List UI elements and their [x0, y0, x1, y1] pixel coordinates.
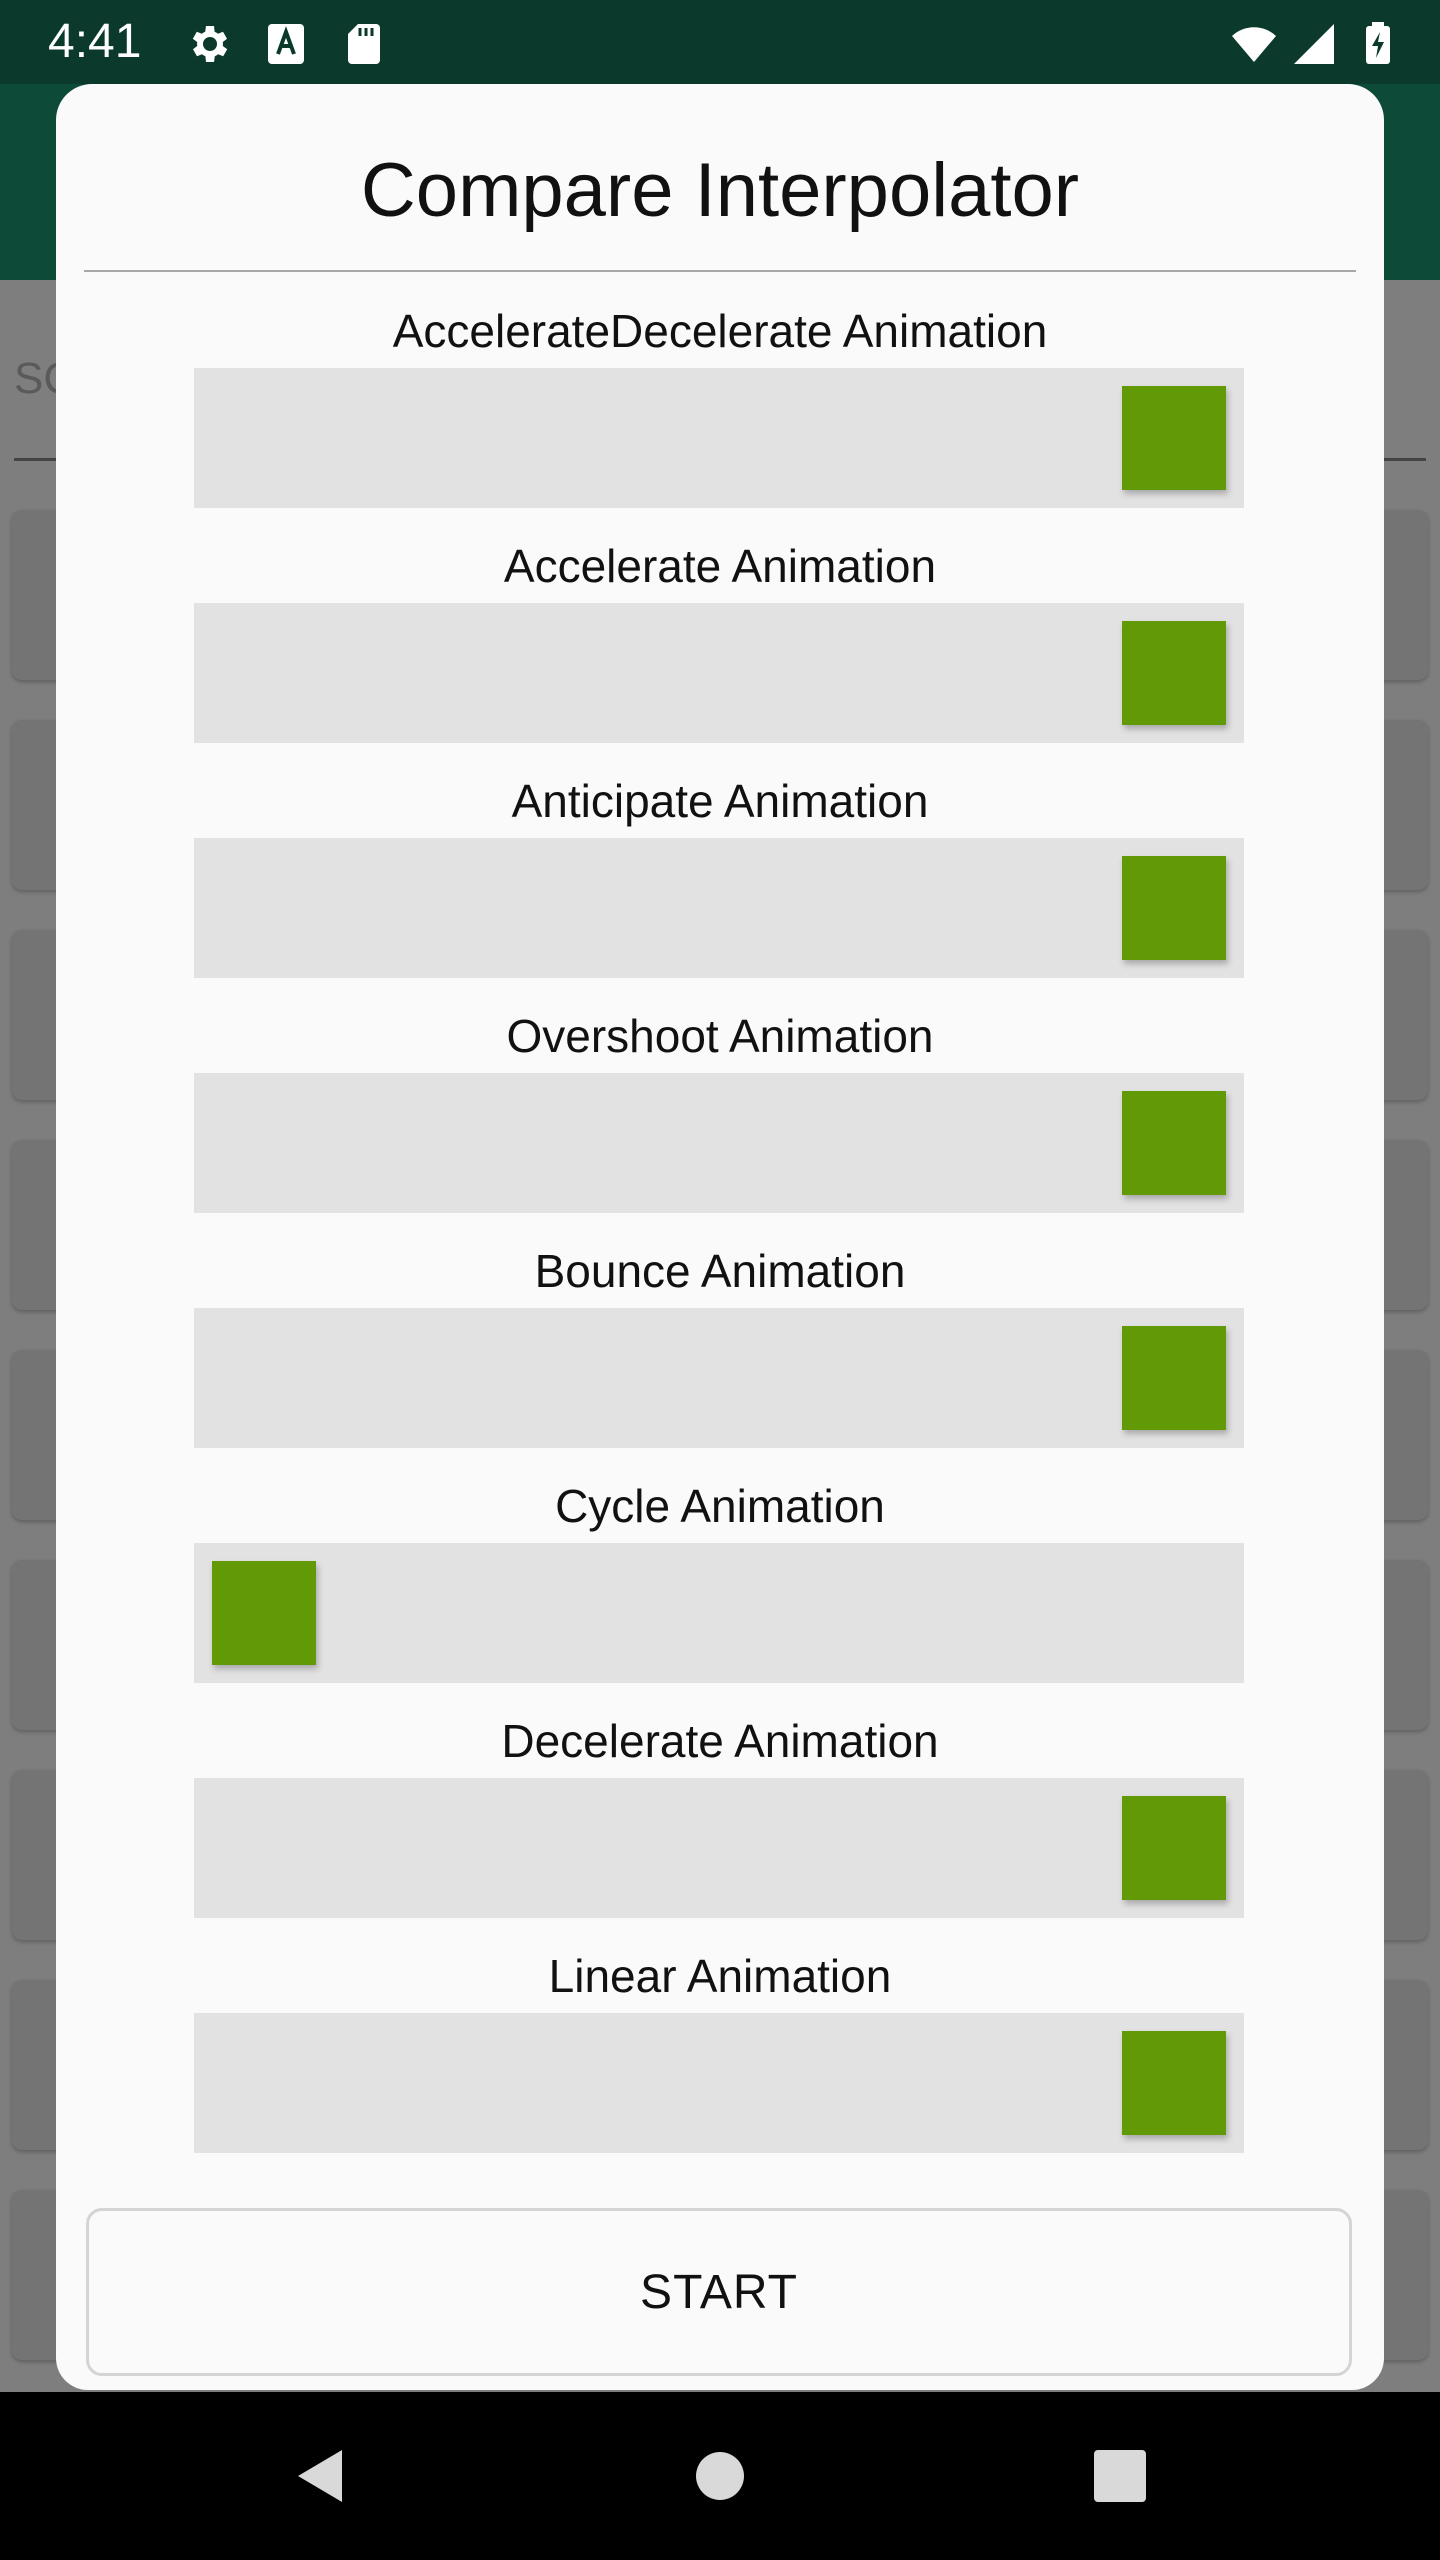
animated-box — [1122, 1796, 1226, 1900]
animation-label: Cycle Animation — [555, 1480, 885, 1532]
gear-icon — [192, 26, 228, 62]
animation-item: Linear Animation — [56, 1929, 1384, 2164]
animation-track — [194, 1308, 1244, 1448]
animation-item: Decelerate Animation — [56, 1694, 1384, 1929]
start-button[interactable]: START — [86, 2208, 1352, 2376]
dialog-title: Compare Interpolator — [360, 148, 1080, 233]
animation-track — [194, 603, 1244, 743]
animation-item: AccelerateDecelerate Animation — [56, 284, 1384, 519]
animated-box — [1122, 1326, 1226, 1430]
animation-item: Cycle Animation — [56, 1459, 1384, 1694]
recents-icon[interactable] — [1080, 2436, 1160, 2516]
animated-box — [1122, 386, 1226, 490]
animation-label: Anticipate Animation — [511, 775, 929, 827]
animation-item: Bounce Animation — [56, 1224, 1384, 1459]
animation-list: AccelerateDecelerate Animation Accelerat… — [56, 284, 1384, 2244]
home-icon[interactable] — [680, 2436, 760, 2516]
back-icon[interactable] — [280, 2436, 360, 2516]
battery-charging-icon — [1366, 22, 1390, 64]
a-icon — [268, 24, 304, 64]
animation-label: Overshoot Animation — [506, 1010, 934, 1062]
compare-interpolator-dialog: Compare Interpolator AccelerateDecelerat… — [56, 84, 1384, 2390]
sd-card-icon — [348, 24, 380, 64]
animation-track — [194, 1073, 1244, 1213]
animated-box — [1122, 1091, 1226, 1195]
animation-label: Decelerate Animation — [501, 1715, 939, 1767]
animation-label: AccelerateDecelerate Animation — [392, 305, 1048, 357]
animation-track — [194, 838, 1244, 978]
animation-label: Linear Animation — [548, 1950, 892, 2002]
animated-box — [1122, 856, 1226, 960]
animation-label: Bounce Animation — [534, 1245, 906, 1297]
animated-box — [1122, 621, 1226, 725]
animation-item: Anticipate Animation — [56, 754, 1384, 989]
wifi-icon — [1232, 27, 1276, 62]
animated-box — [212, 1561, 316, 1665]
animation-item: Overshoot Animation — [56, 989, 1384, 1224]
status-bar: 4:41 — [0, 0, 1440, 84]
navigation-bar — [0, 2392, 1440, 2560]
animation-track — [194, 2013, 1244, 2153]
animation-track — [194, 368, 1244, 508]
signal-icon — [1294, 24, 1334, 64]
status-time: 4:41 — [48, 15, 142, 68]
animation-item: Accelerate Animation — [56, 519, 1384, 754]
animation-track — [194, 1543, 1244, 1683]
animation-track — [194, 1778, 1244, 1918]
animated-box — [1122, 2031, 1226, 2135]
title-divider — [84, 270, 1356, 272]
animation-label: Accelerate Animation — [503, 540, 937, 592]
